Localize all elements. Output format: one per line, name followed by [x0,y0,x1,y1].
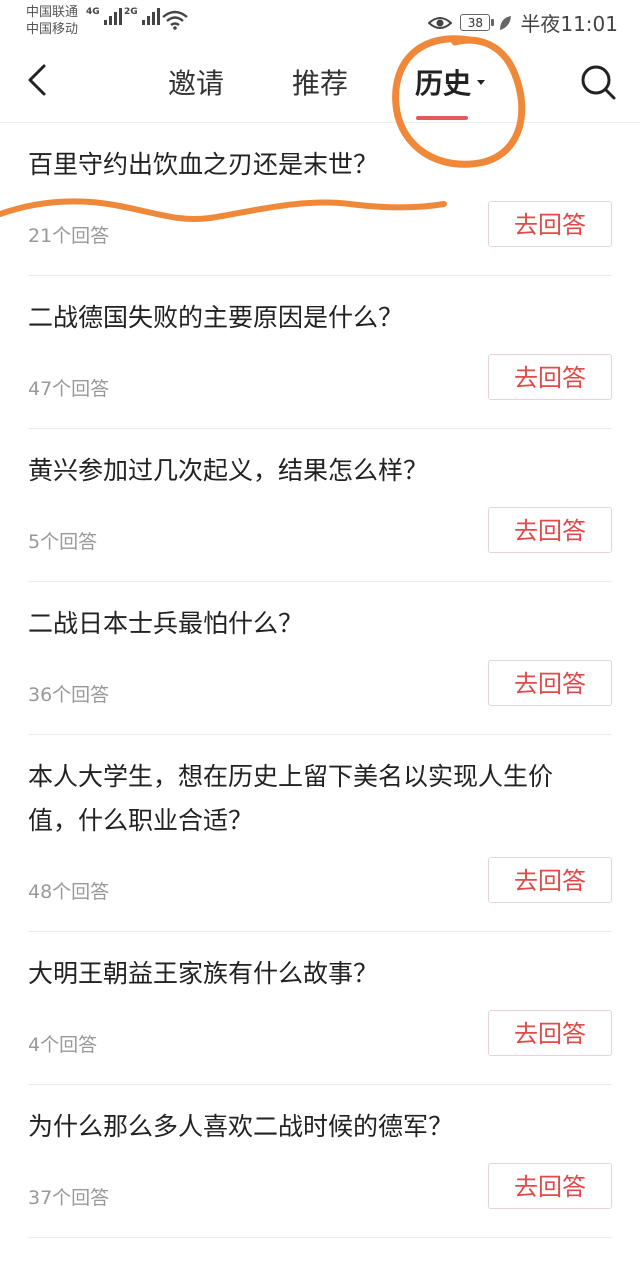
question-title[interactable]: 百里守约出饮血之刃还是末世？ [28,123,612,187]
tab-invite[interactable]: 邀请 [168,62,224,102]
tab-history[interactable]: 历史 [415,62,486,102]
go-answer-button[interactable]: 去回答 [488,354,612,400]
go-answer-button[interactable]: 去回答 [488,857,612,903]
clock: 半夜11:01 [520,12,618,36]
signal-icon: 4G [86,7,122,25]
go-answer-button[interactable]: 去回答 [488,1010,612,1056]
leaf-icon [500,15,512,30]
signal-icon-2: 2G [124,7,160,25]
answer-count: 48个回答 [28,881,110,903]
search-icon[interactable] [578,62,618,102]
answer-count: 21个回答 [28,225,110,247]
list-item[interactable]: 二战日本士兵最怕什么？ 36个回答 去回答 [28,582,612,735]
go-answer-button[interactable]: 去回答 [488,507,612,553]
eye-icon [428,16,453,29]
list-item[interactable]: 黄兴参加过几次起义，结果怎么样？ 5个回答 去回答 [28,429,612,582]
question-title[interactable]: 二战德国失败的主要原因是什么？ [28,276,612,340]
wifi-icon [162,10,188,30]
list-item[interactable]: 百里守约出饮血之刃还是末世？ 21个回答 去回答 [28,123,612,276]
tab-recommend[interactable]: 推荐 [292,62,348,102]
go-answer-button[interactable]: 去回答 [488,201,612,247]
status-right: 38 半夜11:01 [428,8,618,37]
caret-down-icon [477,79,486,85]
network-type-1: 4G [86,7,100,17]
answer-count: 47个回答 [28,378,110,400]
status-bar: 中国联通 中国移动 4G 2G 38 半夜11:01 [0,0,640,44]
answer-count: 5个回答 [28,531,98,553]
question-title[interactable]: 二战日本士兵最怕什么？ [28,582,612,646]
network-type-2: 2G [124,7,138,17]
question-title[interactable]: 黄兴参加过几次起义，结果怎么样？ [28,429,612,493]
carrier-1: 中国联通 [26,5,79,20]
answer-count: 37个回答 [28,1187,110,1209]
question-list: 百里守约出饮血之刃还是末世？ 21个回答 去回答 二战德国失败的主要原因是什么？… [0,123,640,1238]
carrier-names: 中国联通 中国移动 [26,4,78,38]
active-tab-indicator [416,116,468,120]
list-item[interactable]: 大明王朝益王家族有什么故事？ 4个回答 去回答 [28,932,612,1085]
question-title[interactable]: 大明王朝益王家族有什么故事？ [28,932,612,996]
top-nav: 邀请 推荐 历史 [0,44,640,123]
go-answer-button[interactable]: 去回答 [488,1163,612,1209]
answer-count: 36个回答 [28,684,110,706]
carrier-2: 中国移动 [26,22,79,37]
list-item[interactable]: 本人大学生，想在历史上留下美名以实现人生价值，什么职业合适？ 48个回答 去回答 [28,735,612,932]
back-icon[interactable] [18,60,58,100]
list-item[interactable]: 二战德国失败的主要原因是什么？ 47个回答 去回答 [28,276,612,429]
battery-indicator: 38 [460,14,495,31]
go-answer-button[interactable]: 去回答 [488,660,612,706]
tab-history-label: 历史 [415,67,472,100]
question-title[interactable]: 为什么那么多人喜欢二战时候的德军？ [28,1085,612,1149]
list-item[interactable]: 为什么那么多人喜欢二战时候的德军？ 37个回答 去回答 [28,1085,612,1238]
answer-count: 4个回答 [28,1034,98,1056]
question-title[interactable]: 本人大学生，想在历史上留下美名以实现人生价值，什么职业合适？ [28,735,612,843]
app-screen: 中国联通 中国移动 4G 2G 38 半夜11:01 邀请 推荐 历史 百里守约… [0,0,640,1280]
